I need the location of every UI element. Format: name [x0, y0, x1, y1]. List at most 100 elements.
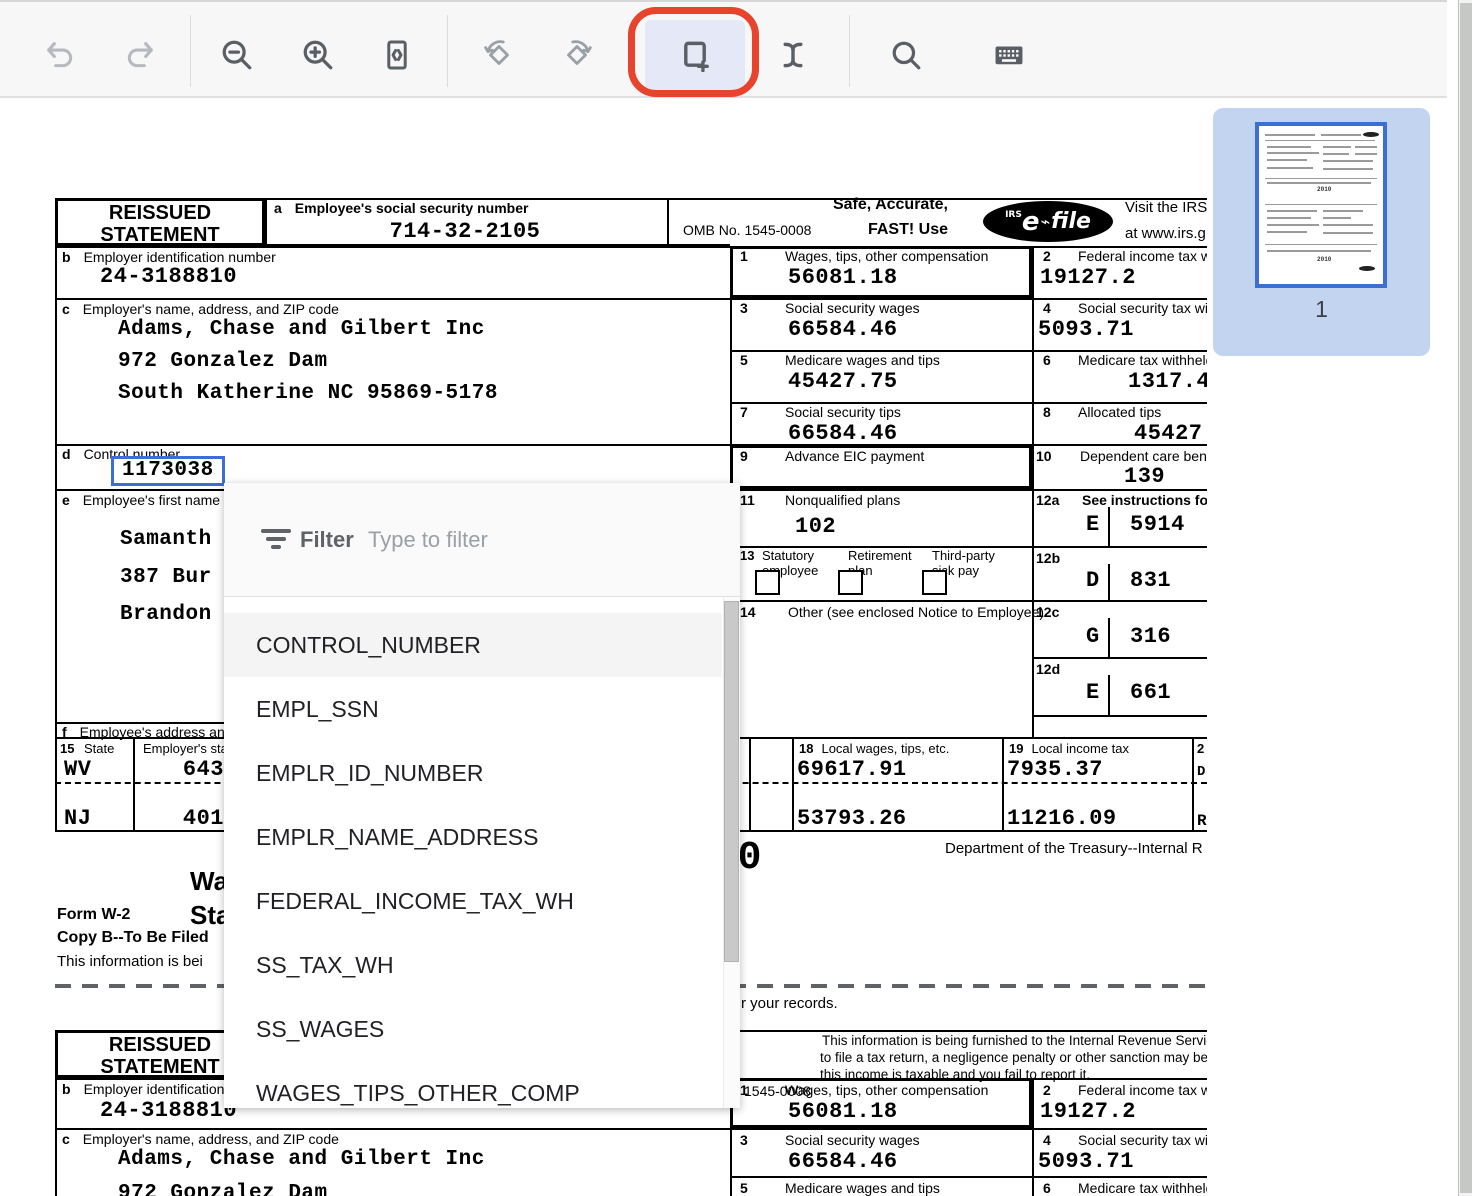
box10-value: 139 [1124, 464, 1165, 489]
thumbnail-panel: 2010 2010 1 [1213, 108, 1430, 356]
notice-line2: to file a tax return, a negligence penal… [820, 1050, 1207, 1065]
employer-ein-value-2: 24-3188810 [100, 1098, 237, 1123]
dropdown-item-ss-wages[interactable]: SS_WAGES [224, 997, 722, 1061]
box4-value-2: 5093.71 [1038, 1149, 1134, 1174]
box2-value-2: 19127.2 [1040, 1099, 1136, 1124]
box12b-code: D [1086, 568, 1100, 593]
dropdown-item-empl-ssn[interactable]: EMPL_SSN [224, 677, 722, 741]
page-thumbnail-1[interactable]: 2010 2010 [1255, 122, 1387, 288]
thumb-line [1323, 168, 1373, 170]
statutory-employee-checkbox [755, 570, 780, 595]
box-a-label: Employee's social security number [295, 200, 529, 216]
box-e-letter: e [62, 492, 70, 508]
box4-number: 4 [1043, 300, 1051, 316]
document-annotation-app: 2010 2010 1 [0, 0, 1472, 1196]
resize-annotation-icon[interactable] [776, 38, 810, 72]
box14-label: Other (see enclosed Notice to Employee) [788, 604, 1044, 620]
notice-line1: This information is being furnished to t… [822, 1033, 1207, 1048]
employee-ssn-value: 714-32-2105 [360, 219, 570, 244]
box18-label: Local wages, tips, etc. [821, 741, 949, 756]
dropdown-item-emplr-name-address[interactable]: EMPLR_NAME_ADDRESS [224, 805, 722, 869]
state-row1-id-fragment: 643 [140, 757, 224, 782]
box20-value-row1-fragment: D [1197, 764, 1206, 780]
box2-label-2: Federal income tax wi [1078, 1082, 1207, 1098]
toolbar [0, 0, 1447, 98]
reissued-line1: REISSUED [55, 202, 265, 225]
form-line [265, 198, 267, 246]
dropdown-item-wages-tips-other-comp[interactable]: WAGES_TIPS_OTHER_COMP [224, 1061, 722, 1108]
add-rectangle-tool-icon[interactable] [678, 38, 712, 72]
undo-icon[interactable] [43, 38, 77, 72]
box11-label: Nonqualified plans [785, 492, 900, 508]
box20-value-row2-fragment: R [1197, 812, 1207, 830]
box9-number: 9 [740, 448, 748, 464]
box13-thirdparty-label1: Third-party [932, 548, 995, 563]
search-icon[interactable] [889, 38, 923, 72]
dropdown-item-ss-tax-wh[interactable]: SS_TAX_WH [224, 933, 722, 997]
box13-statutory-label1: Statutory [762, 548, 814, 563]
box12c-value: 316 [1130, 624, 1171, 649]
window-scrollbar-thumb[interactable] [1460, 3, 1472, 1193]
filter-input[interactable]: Filter Type to filter [224, 483, 740, 597]
box2-number: 2 [1043, 248, 1051, 264]
box19-label: Local income tax [1031, 741, 1129, 756]
employee-city-fragment: Brandon [120, 603, 212, 626]
thumb-line [1267, 224, 1319, 226]
rotate-right-icon[interactable] [560, 38, 594, 72]
thumb-line [1323, 217, 1351, 219]
keyboard-icon[interactable] [992, 38, 1026, 72]
rotate-left-icon[interactable] [482, 38, 516, 72]
box2-value: 19127.2 [1040, 265, 1136, 290]
employer-street-2: 972 Gonzalez Dam [118, 1182, 328, 1196]
dropdown-item-control-number[interactable]: CONTROL_NUMBER [224, 613, 722, 677]
box-c2-label: Employer's name, address, and ZIP code [83, 1131, 339, 1147]
box-b-label: Employer identification number [84, 249, 276, 265]
box5-number-2: 5 [740, 1180, 748, 1196]
box3-value-2: 66584.46 [788, 1149, 898, 1174]
state-row1-state: WV [64, 757, 91, 782]
wage-tax-title-fragment: Wa [190, 866, 228, 897]
dropdown-item-emplr-id-number[interactable]: EMPLR_ID_NUMBER [224, 741, 722, 805]
box6-value: 1317.4 [1128, 369, 1207, 394]
box15-number: 15 [60, 741, 74, 756]
toolbar-divider [849, 15, 850, 87]
thumb-line [1323, 160, 1373, 162]
box8-value: 45427. [1134, 421, 1207, 446]
employer-street: 972 Gonzalez Dam [118, 350, 328, 373]
thumb-year: 2010 [1317, 186, 1331, 193]
zoom-in-icon[interactable] [301, 38, 335, 72]
box12a-number: 12a [1036, 492, 1059, 508]
box7-label: Social security tips [785, 404, 901, 420]
box12b-number: 12b [1036, 550, 1060, 566]
box2-number-2: 2 [1043, 1082, 1051, 1098]
fit-to-width-icon[interactable] [380, 38, 414, 72]
box12b-value: 831 [1130, 568, 1171, 593]
thumb-line [1323, 146, 1351, 148]
thumb-line [1355, 146, 1377, 148]
form-line [55, 198, 57, 832]
box-d-letter: d [62, 446, 71, 462]
thumb-line [1265, 140, 1375, 141]
box6-label-2: Medicare tax withheld [1078, 1180, 1207, 1196]
records-fragment: r your records. [741, 995, 838, 1012]
zoom-out-icon[interactable] [220, 38, 254, 72]
box4-label-2: Social security tax with [1078, 1132, 1207, 1148]
thumb-line [1267, 152, 1319, 154]
box14-number: 14 [740, 604, 756, 620]
dropdown-item-federal-income-tax-wh[interactable]: FEDERAL_INCOME_TAX_WH [224, 869, 722, 933]
notice-line3: this income is taxable and you fail to r… [820, 1067, 1090, 1082]
thumb-line [1323, 224, 1373, 226]
box8-number: 8 [1043, 404, 1051, 420]
thumb-line [1267, 210, 1317, 212]
thumb-line [1267, 146, 1311, 148]
box18-value-row2: 53793.26 [797, 806, 907, 831]
form-w2-label: Form W-2 [57, 906, 130, 924]
box-a-letter: a [274, 200, 282, 216]
dropdown-scrollbar-thumb[interactable] [724, 601, 739, 962]
reissued-line2: STATEMENT [55, 224, 265, 247]
box-b2-letter: b [62, 1081, 71, 1097]
redo-icon[interactable] [123, 38, 157, 72]
thumb-line [1265, 204, 1377, 205]
box6-label: Medicare tax withheld [1078, 352, 1207, 368]
window-scrollbar-track[interactable] [1458, 0, 1472, 1196]
